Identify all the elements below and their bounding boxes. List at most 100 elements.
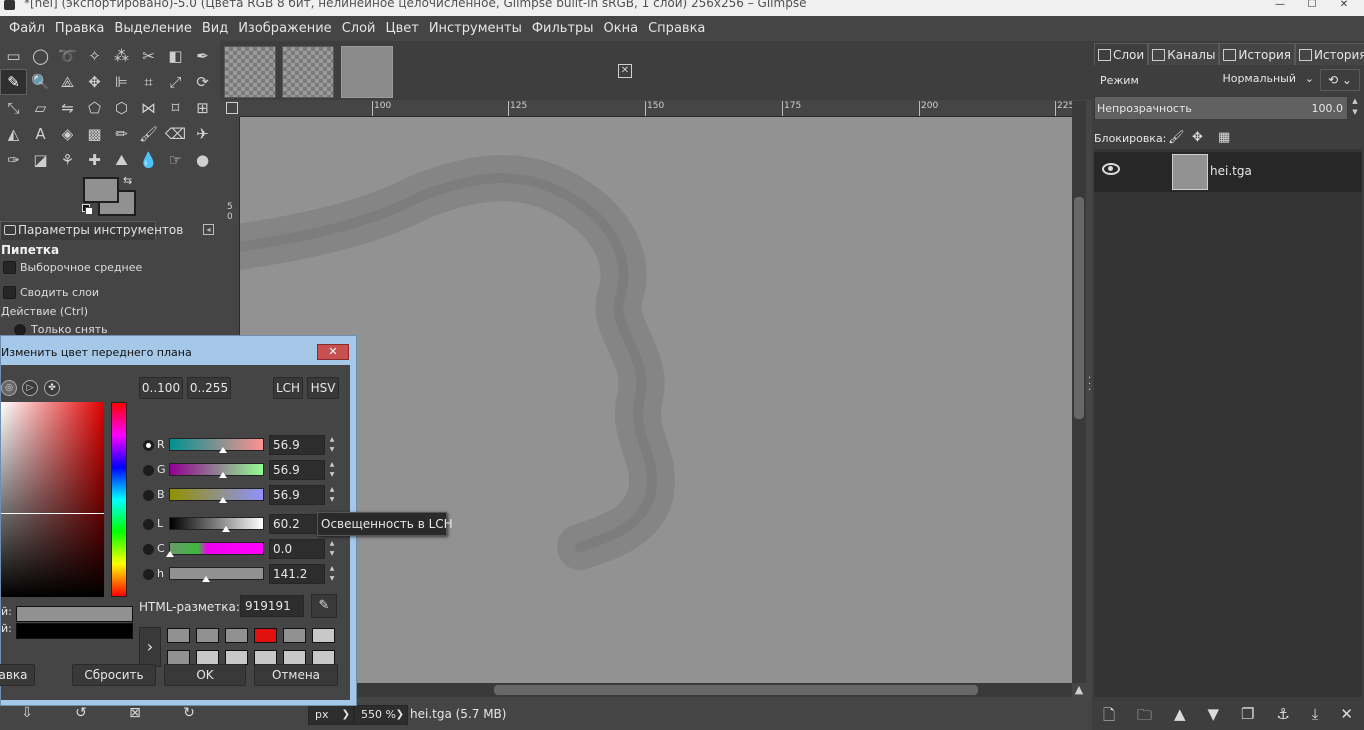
help-button[interactable]: авка [0,664,35,686]
history-color-swatch[interactable] [312,628,335,643]
move-icon[interactable]: ✥ [81,69,108,95]
channel-spinner[interactable]: ▲▼ [327,485,337,505]
menu-windows[interactable]: Окна [599,21,644,36]
crop-icon[interactable]: ⌗ [135,69,162,95]
channel-radio-G[interactable] [143,465,154,476]
range-255-button[interactable]: 0..255 [187,377,231,399]
gimp-selector-icon[interactable]: ◎ [1,380,17,396]
color-picker-icon[interactable]: ✎ [0,69,27,95]
foreground-select-icon[interactable]: ◧ [162,43,189,69]
scissors-icon[interactable]: ✂ [135,43,162,69]
minimize-button[interactable]: — [1266,0,1294,11]
flip-icon[interactable]: ⇋ [54,95,81,121]
channel-slider-h[interactable] [169,567,264,582]
zoom-icon[interactable]: 🔍 [27,69,54,95]
hue-strip[interactable] [111,402,127,597]
tab-document-history[interactable]: История [1294,43,1364,65]
panel-menu-icon[interactable]: ◂ [203,224,214,235]
image-canvas[interactable] [240,117,1072,683]
menu-layer[interactable]: Слой [337,21,381,36]
default-colors-icon[interactable] [82,204,93,215]
channel-slider-C[interactable] [166,542,264,557]
gradient-icon[interactable]: ▩ [81,121,108,147]
channel-radio-R[interactable] [143,440,154,451]
history-color-swatch[interactable] [283,628,306,643]
channel-radio-C[interactable] [143,544,154,555]
channel-value-G[interactable]: 56.9 [269,460,325,480]
shear-icon[interactable]: ▱ [27,95,54,121]
merge-down-icon[interactable]: ⤓ [1312,705,1319,727]
fuzzy-select-icon[interactable]: ✧ [81,43,108,69]
quick-mask-toggle[interactable] [226,102,238,114]
zoom-select[interactable]: 550 % ❯ [354,705,408,725]
history-color-swatch[interactable] [283,650,306,665]
rect-select-icon[interactable]: ▭ [0,43,27,69]
channel-spinner[interactable]: ▲▼ [327,460,337,480]
history-color-swatch[interactable] [196,628,219,643]
lock-alpha-icon[interactable]: ▦ [1218,130,1230,145]
maximize-button[interactable]: ☐ [1298,0,1326,11]
history-color-swatch[interactable] [196,650,219,665]
warp-icon[interactable]: ⋈ [135,95,162,121]
opacity-slider[interactable]: Непрозрачность 100.0 [1094,96,1348,120]
pencil-icon[interactable]: ✏ [108,121,135,147]
triangle-selector-icon[interactable]: ▷ [22,380,38,396]
range-100-button[interactable]: 0..100 [139,377,183,399]
menu-tools[interactable]: Инструменты [424,21,527,36]
bucket-fill-icon[interactable]: ◈ [54,121,81,147]
channel-radio-h[interactable] [143,569,154,580]
ok-button[interactable]: OK [164,664,246,686]
align-icon[interactable]: ⊫ [108,69,135,95]
mypaint-brush-icon[interactable]: ◪ [27,147,54,173]
saturation-value-square[interactable] [1,402,104,597]
blur-icon[interactable]: 💧 [135,147,162,173]
menu-color[interactable]: Цвет [380,21,423,36]
new-layer-icon[interactable]: 🗋 [1103,705,1115,727]
html-notation-input[interactable]: 919191 [240,595,304,617]
history-color-swatch[interactable] [167,650,190,665]
mode-select[interactable]: Нормальный ⌄ [1220,69,1316,91]
palette-selector-icon[interactable]: ✤ [44,380,60,396]
restore-options-icon[interactable]: ↺ [54,705,108,725]
channel-slider-knob[interactable] [218,472,227,478]
dialog-close-button[interactable]: ✕ [317,344,349,360]
unified-transform-icon[interactable]: ⤢ [162,69,189,95]
tab-tool-options[interactable]: Параметры инструментов [0,221,183,240]
navigate-icon[interactable]: ▲ [1072,683,1086,697]
rotate-icon[interactable]: ⟳ [189,69,216,95]
channel-slider-G[interactable] [169,463,264,478]
foreground-color-swatch[interactable] [83,177,119,203]
eraser-icon[interactable]: ⌫ [162,121,189,147]
layer-row[interactable]: hei.tga [1094,152,1362,192]
menu-image[interactable]: Изображение [233,21,336,36]
paths-icon[interactable]: ✒ [189,43,216,69]
close-button[interactable]: ✕ [1330,0,1358,11]
history-color-swatch[interactable] [312,650,335,665]
ink-icon[interactable]: ✑ [0,147,27,173]
save-options-icon[interactable]: ⇩ [0,705,54,725]
only-pick-radio[interactable] [14,323,26,336]
clone-icon[interactable]: ⚘ [54,147,81,173]
perspective-clone-icon[interactable]: ⛰ [108,147,135,173]
history-color-swatch[interactable] [225,650,248,665]
unit-select[interactable]: px ❯ [308,705,354,725]
channel-slider-L[interactable] [169,517,264,532]
sample-average-checkbox[interactable] [3,261,16,274]
history-color-swatch[interactable] [254,650,277,665]
horizontal-scrollbar[interactable] [240,683,1072,697]
smudge-icon[interactable]: ☞ [162,147,189,173]
free-select-icon[interactable]: ➰ [54,43,81,69]
perspective-icon[interactable]: ⬠ [81,95,108,121]
sample-average-option[interactable]: Выборочное среднее [3,261,142,274]
delete-options-icon[interactable]: ⊠ [108,705,162,725]
vertical-scrollbar-thumb[interactable] [1074,197,1084,419]
channel-slider-knob[interactable] [202,576,211,582]
image-tab-thumbnail[interactable] [282,46,334,98]
history-color-swatch[interactable] [167,628,190,643]
channel-slider-knob[interactable] [218,447,227,453]
channel-slider-B[interactable] [169,488,264,503]
merge-layers-option[interactable]: Сводить слои [3,286,99,299]
lock-pixels-icon[interactable]: 🖌 [1168,130,1185,145]
color-picker-button[interactable]: ✎ [311,594,337,618]
composite-mode-button[interactable]: ⟲ ⌄ [1320,69,1360,91]
